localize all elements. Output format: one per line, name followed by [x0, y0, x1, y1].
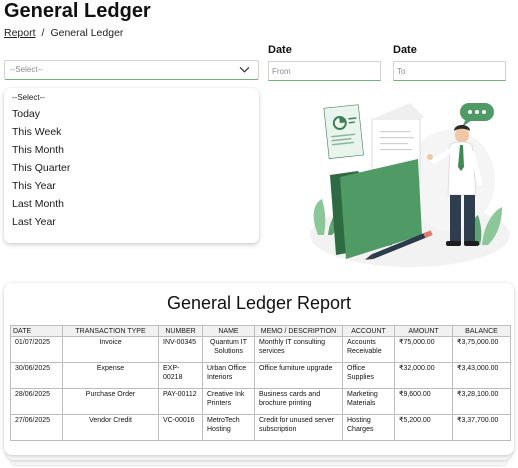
cell-transaction-type: Vendor Credit: [62, 414, 159, 441]
cell-date: 30/06/2025: [10, 362, 63, 389]
dropdown-option-this-month[interactable]: This Month: [12, 144, 64, 156]
cell-memo: Credit for unused server subscription: [254, 414, 343, 441]
cell-date: 28/06/2025: [10, 388, 63, 415]
cell-account: Accounts Receivable: [342, 336, 395, 363]
date-to-label: Date: [393, 44, 417, 56]
dropdown-option-this-week[interactable]: This Week: [12, 126, 61, 138]
cell-transaction-type: Purchase Order: [62, 388, 159, 415]
column-header-memo: Memo / Description: [254, 325, 343, 337]
dropdown-option-select[interactable]: --Select--: [12, 93, 45, 102]
cell-date: 27/06/2025: [10, 414, 63, 441]
date-from-input[interactable]: [268, 61, 381, 81]
cell-account: Office Supplies: [342, 362, 395, 389]
ledger-table: Date Transaction Type Number Name Memo /…: [10, 325, 511, 441]
cell-balance: ₹3,28,100.00: [452, 388, 511, 415]
dropdown-option-this-year[interactable]: This Year: [12, 180, 56, 192]
table-row: 30/06/2025 Expense EXP-00218 Urban Offic…: [10, 362, 511, 389]
breadcrumb-current: General Ledger: [50, 27, 124, 39]
dropdown-option-last-year[interactable]: Last Year: [12, 216, 56, 228]
dropdown-option-today[interactable]: Today: [12, 108, 40, 120]
cell-amount: ₹75,000.00: [394, 336, 453, 363]
breadcrumb-report-link[interactable]: Report: [4, 27, 36, 39]
report-title: General Ledger Report: [166, 293, 352, 313]
table-row: 27/06/2025 Vendor Credit VC-00016 MetroT…: [10, 414, 511, 441]
breadcrumb-separator: /: [41, 27, 45, 39]
column-header-balance: Balance: [452, 325, 511, 337]
dropdown-option-last-month[interactable]: Last Month: [12, 198, 64, 210]
cell-balance: ₹3,43,000.00: [452, 362, 511, 389]
cell-amount: ₹9,600.00: [394, 388, 453, 415]
cell-amount: ₹32,000.00: [394, 362, 453, 389]
cell-transaction-type: Expense: [62, 362, 159, 389]
chevron-down-icon: [239, 67, 250, 73]
cell-name: Quantum IT Solutions: [202, 336, 255, 363]
period-select-value: --Select--: [10, 65, 43, 74]
page-title: General Ledger: [4, 0, 151, 22]
cell-amount: ₹5,200.00: [394, 414, 453, 441]
cell-memo: Business cards and brochure printing: [254, 388, 343, 415]
column-header-number: Number: [158, 325, 203, 337]
column-header-amount: Amount: [394, 325, 453, 337]
cell-memo: Office furniture upgrade: [254, 362, 343, 389]
cell-balance: ₹3,75,000.00: [452, 336, 511, 363]
column-header-account: Account: [342, 325, 395, 337]
cell-date: 01/07/2025: [10, 336, 63, 363]
ledger-illustration: [310, 103, 510, 267]
cell-number: INV-00345: [158, 336, 203, 363]
breadcrumb: Report / General Ledger: [4, 27, 123, 39]
cell-number: PAY-00112: [158, 388, 203, 415]
cell-account: Marketing Materials: [342, 388, 395, 415]
column-header-name: Name: [202, 325, 255, 337]
cell-account: Hosting Charges: [342, 414, 395, 441]
cell-transaction-type: Invoice: [62, 336, 159, 363]
date-from-label: Date: [268, 44, 292, 56]
date-to-input[interactable]: [393, 61, 506, 81]
column-header-transaction-type: Transaction Type: [62, 325, 159, 337]
cell-number: VC-00016: [158, 414, 203, 441]
period-dropdown-menu: --Select-- Today This Week This Month Th…: [4, 88, 259, 243]
dropdown-option-this-quarter[interactable]: This Quarter: [12, 162, 70, 174]
cell-balance: ₹3,37,700.00: [452, 414, 511, 441]
cell-name: Urban Office Interiors: [202, 362, 255, 389]
cell-name: MetroTech Hosting: [202, 414, 255, 441]
cell-memo: Monthly IT consulting services: [254, 336, 343, 363]
period-select[interactable]: --Select--: [4, 60, 259, 80]
report-card: General Ledger Report Date Transaction T…: [4, 283, 514, 455]
column-header-date: Date: [10, 325, 63, 337]
cell-name: Creative Ink Printers: [202, 388, 255, 415]
table-row: 28/06/2025 Purchase Order PAY-00112 Crea…: [10, 388, 511, 415]
table-header-row: Date Transaction Type Number Name Memo /…: [10, 325, 511, 337]
cell-number: EXP-00218: [158, 362, 203, 389]
table-row: 01/07/2025 Invoice INV-00345 Quantum IT …: [10, 336, 511, 363]
